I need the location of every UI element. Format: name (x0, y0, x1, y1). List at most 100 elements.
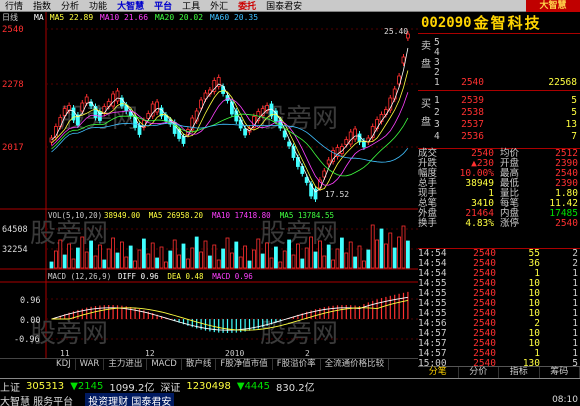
bid-row[interactable]: 1 2539 5 (434, 95, 580, 106)
volume-bar (326, 244, 331, 269)
menu-item-broker[interactable]: 国泰君安 (261, 0, 307, 12)
volume-bar (102, 259, 107, 269)
volume-bar (317, 240, 322, 269)
menu-item-dzh[interactable]: 大智慧 (112, 0, 149, 12)
indicator-tab-main-flow[interactable]: 主力进出 (104, 359, 148, 370)
news-ticker[interactable]: 投资理财 国泰君安 (85, 392, 175, 406)
candle-body (353, 128, 358, 140)
candle-body (115, 90, 120, 102)
volume-bar (234, 241, 239, 269)
tab-indicators[interactable]: 指标 (499, 367, 540, 378)
menu-item-forex[interactable]: 外汇 (205, 0, 233, 12)
bid-row[interactable]: 4 2536 7 (434, 131, 580, 142)
quote-value: 4.83% (465, 218, 494, 229)
candle-body (84, 96, 89, 104)
price-tick-high: 2540 (2, 25, 24, 35)
indicator-tab-macd[interactable]: MACD (147, 359, 182, 370)
volume-bar (54, 250, 58, 269)
menu-item-analysis[interactable]: 分析 (56, 0, 84, 12)
tick-list[interactable]: 14:54 2540 55 2 14:54 2540 36 2 14:54 2540 1 1 14:55… (418, 248, 580, 369)
ask-row[interactable]: 4 (434, 48, 580, 58)
macd-tick-zero: 0.00 (20, 316, 40, 326)
bid-volume: 13 (565, 119, 577, 130)
kline-chart[interactable]: 股旁网 股旁网 股旁网 股旁网 股旁网 股旁网 日线 MAMA5 22.89MA… (0, 12, 418, 358)
bid-level: 4 (434, 131, 440, 142)
tab-chips[interactable]: 筹码 (540, 367, 580, 378)
quote-label-2: 涨停 (500, 218, 520, 229)
x-label-3: 2010 (225, 349, 244, 358)
indicator-tab-f-nav[interactable]: F股净值市值 (216, 359, 273, 370)
candle-body (392, 88, 397, 100)
menu-item-trade[interactable]: 委托 (233, 0, 261, 12)
index-value: 上证 (0, 382, 20, 394)
volume-bar (357, 245, 362, 269)
vol-tick-high: 64508 (2, 225, 28, 235)
volume-bar (111, 237, 115, 269)
volume-bar (388, 232, 393, 269)
volume-bar (115, 252, 120, 269)
candle-body (375, 119, 380, 129)
ask-row[interactable]: 5 (434, 38, 580, 48)
volume-bar (221, 248, 226, 269)
indicator-tab-war[interactable]: WAR (76, 359, 105, 370)
indicator-tab-retail[interactable]: 散户线 (182, 359, 217, 370)
ask-row[interactable]: 3 (434, 58, 580, 68)
sell-side-label: 卖盘 (421, 41, 431, 70)
volume-bar (203, 240, 208, 269)
x-label-2: 12 (145, 349, 155, 358)
buy-side-label: 买盘 (421, 99, 431, 128)
tab-ticks[interactable]: 分笔 (418, 367, 459, 378)
menu-item-market[interactable]: 行情 (0, 0, 28, 12)
status-row-2: 大智慧 服务平台 投资理财 国泰君安 (0, 392, 580, 406)
ma-legend-item: MA60 20.35 (210, 13, 258, 22)
low-marker-label: 17.52 (325, 190, 349, 199)
quote-value: 38949 (465, 178, 494, 189)
volume-bar (177, 254, 182, 269)
macd-legend-value: DEA 0.48 (167, 272, 204, 281)
menu-item-function[interactable]: 功能 (84, 0, 112, 12)
menu-item-tools[interactable]: 工具 (177, 0, 205, 12)
chart-area[interactable]: 股旁网 股旁网 股旁网 股旁网 股旁网 股旁网 日线 MAMA5 22.89MA… (0, 12, 418, 358)
ask-row[interactable]: 1 2540 22568 (434, 77, 580, 88)
bid-row[interactable]: 3 2537 13 (434, 119, 580, 130)
ask-row[interactable]: 2 (434, 68, 580, 78)
index-value: 1099.2亿 (109, 382, 155, 394)
stock-name: 金智科技 (473, 14, 542, 32)
indicator-tab-kdj[interactable]: KDJ (52, 359, 76, 370)
candle-body (62, 108, 67, 116)
volume-bar (71, 258, 76, 269)
bid-row[interactable]: 2 2538 5 (434, 108, 580, 118)
indicator-tab-full-circ[interactable]: 全流通价格比较 (321, 359, 390, 370)
x-label-1: 11 (60, 349, 70, 358)
macd-legend: MACD (12,26,9) (48, 272, 111, 281)
ask-volume: 22568 (548, 77, 577, 88)
volume-bar (124, 256, 129, 269)
tab-price-dist[interactable]: 分价 (459, 367, 499, 378)
volume-bar (84, 251, 89, 269)
index-summary-row: 上证 305313 ▼2145 1099.2亿 深证 1230498 ▼4445 830.2亿 (0, 379, 580, 394)
ask-price (444, 48, 484, 57)
volume-bar (207, 255, 212, 269)
volume-bar (304, 247, 309, 269)
volume-bar (251, 249, 256, 269)
volume-bar (120, 241, 124, 269)
volume-bar (309, 236, 314, 269)
volume-bar (141, 238, 146, 269)
x-label-4: 2 (305, 349, 310, 358)
volume-bar (260, 253, 265, 269)
ask-level: 1 (434, 77, 440, 88)
candle-body (243, 128, 248, 136)
index-value: 深证 (160, 382, 181, 394)
bid-volume: 5 (571, 95, 577, 106)
indicator-tab-f-premium[interactable]: F股溢价率 (273, 359, 321, 370)
vol-legend-value: MA10 17418.80 (212, 211, 271, 220)
menu-item-platform[interactable]: 平台 (149, 0, 177, 12)
vol-legend-value: MA5 26958.20 (149, 211, 204, 220)
menu-item-index[interactable]: 指数 (28, 0, 56, 12)
vol-legend-value: 38949.00 (104, 211, 141, 220)
ma-legend-item: MA20 20.02 (155, 13, 203, 22)
ma-legend-item: MA (34, 13, 44, 22)
volume-bar (190, 247, 195, 269)
macd-legend-value: MACD 0.96 (212, 272, 253, 281)
volume-bar (93, 255, 98, 269)
